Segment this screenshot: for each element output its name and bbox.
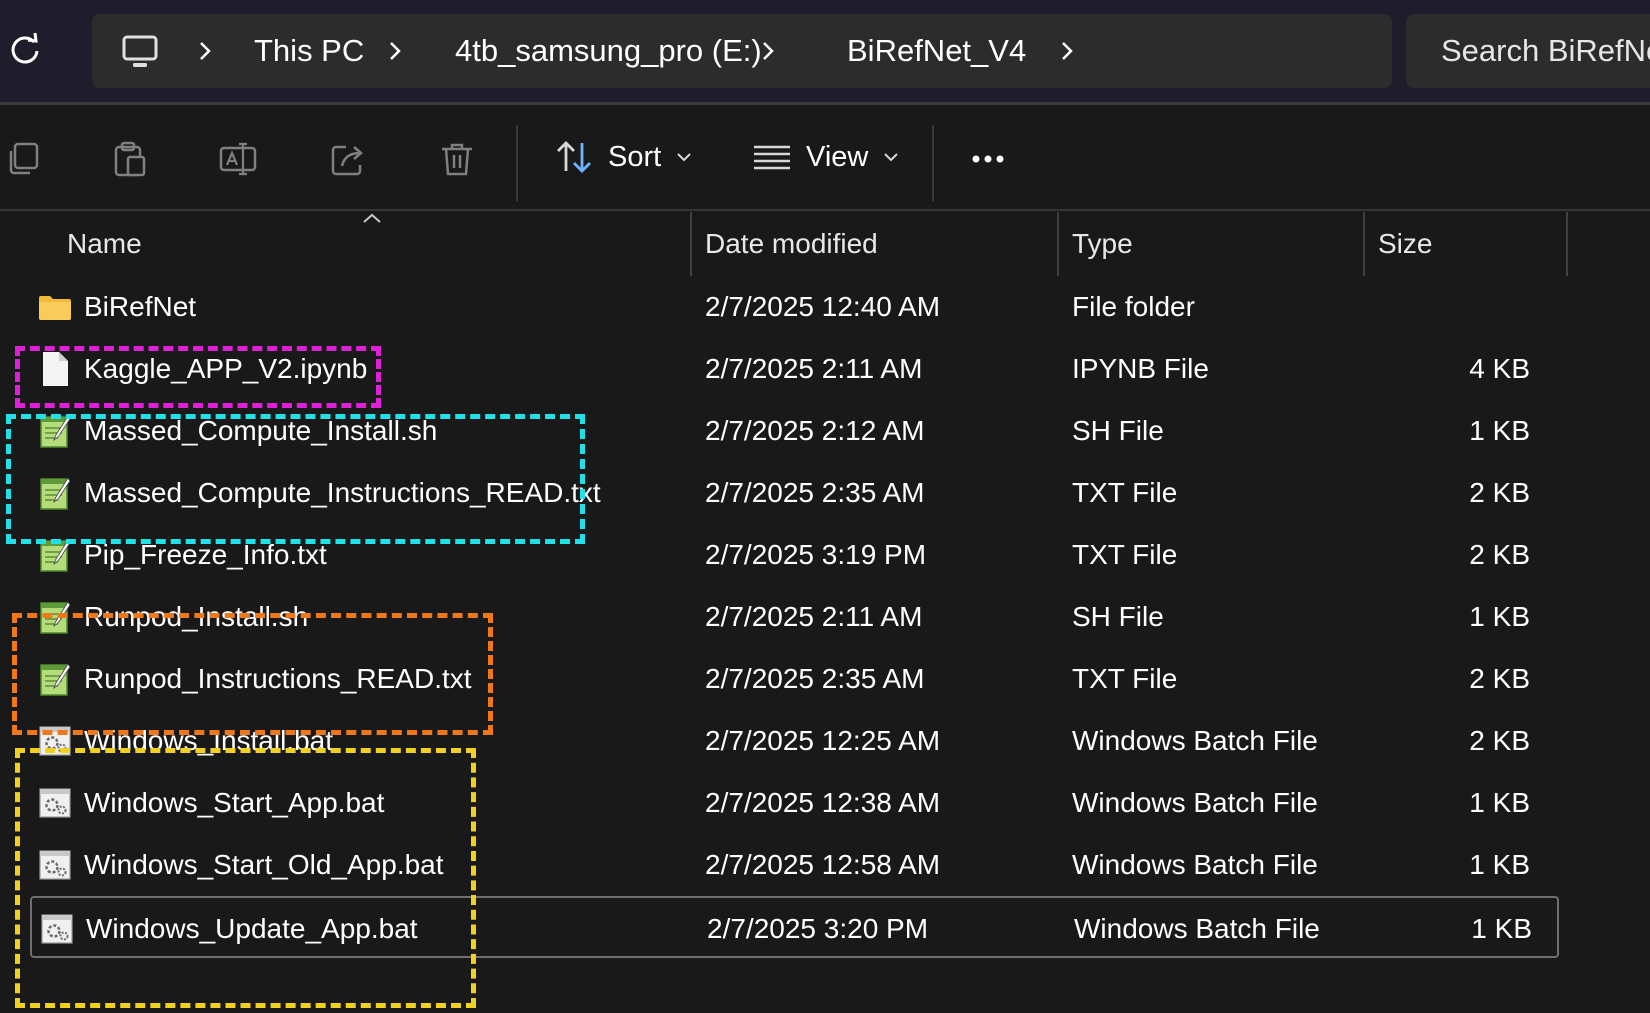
breadcrumb-current-folder[interactable]: BiRefNet_V4 — [847, 14, 1026, 88]
file-type: Windows Batch File — [1074, 913, 1320, 944]
column-header-date[interactable]: Date modified — [692, 212, 1057, 278]
file-size: 2 KB — [1469, 539, 1530, 570]
highlight-box-cyan — [6, 414, 585, 544]
file-size: 1 KB — [1469, 601, 1530, 632]
breadcrumb-drive[interactable]: 4tb_samsung_pro (E:) — [455, 14, 762, 88]
breadcrumb[interactable]: This PC 4tb_samsung_pro (E:) BiRefNet_V4 — [92, 14, 1392, 88]
copy-icon[interactable] — [4, 139, 44, 179]
delete-icon[interactable] — [437, 139, 477, 179]
file-type: TXT File — [1072, 477, 1178, 508]
file-size: 4 KB — [1469, 353, 1530, 384]
file-date-modified: 2/7/2025 3:19 PM — [705, 539, 927, 570]
file-date-modified: 2/7/2025 2:12 AM — [705, 415, 925, 446]
chevron-right-icon[interactable] — [192, 38, 218, 64]
file-name: BiRefNet — [84, 291, 197, 322]
file-size: 2 KB — [1469, 477, 1530, 508]
file-type: Windows Batch File — [1072, 787, 1318, 818]
file-type: File folder — [1072, 291, 1195, 322]
file-size: 1 KB — [1469, 849, 1530, 880]
file-date-modified: 2/7/2025 2:35 AM — [705, 477, 925, 508]
sort-label: Sort — [608, 140, 662, 173]
column-header-date-label: Date modified — [705, 228, 878, 259]
file-size: 1 KB — [1469, 415, 1530, 446]
file-date-modified: 2/7/2025 12:38 AM — [705, 787, 941, 818]
file-date-modified: 2/7/2025 2:35 AM — [705, 663, 925, 694]
chevron-down-icon — [677, 153, 691, 162]
breadcrumb-this-pc[interactable]: This PC — [254, 14, 364, 88]
file-type: IPYNB File — [1072, 353, 1209, 384]
divider — [932, 125, 934, 201]
file-type: Windows Batch File — [1072, 725, 1318, 756]
file-size — [1410, 276, 1530, 338]
file-size: 1 KB — [1471, 913, 1532, 944]
file-type: SH File — [1072, 415, 1164, 446]
folder-icon — [38, 289, 72, 325]
file-date-modified: 2/7/2025 2:11 AM — [705, 601, 923, 632]
chevron-right-icon[interactable] — [382, 38, 408, 64]
file-date-modified: 2/7/2025 2:11 AM — [705, 353, 923, 384]
search-placeholder: Search BiRefNet_V4 — [1441, 33, 1650, 68]
search-input[interactable]: Search BiRefNet_V4 — [1406, 14, 1650, 88]
file-type: TXT File — [1072, 539, 1178, 570]
column-header-size-label: Size — [1378, 228, 1433, 259]
file-size: 2 KB — [1469, 663, 1530, 694]
file-row[interactable]: BiRefNet 2/7/2025 12:40 AM File folder — [30, 276, 1559, 338]
file-date-modified: 2/7/2025 3:20 PM — [707, 913, 929, 944]
file-type: Windows Batch File — [1072, 849, 1318, 880]
this-pc-icon[interactable] — [120, 32, 160, 72]
file-size: 1 KB — [1469, 787, 1530, 818]
paste-icon[interactable] — [110, 139, 150, 179]
view-label: View — [806, 140, 869, 173]
more-icon[interactable] — [968, 139, 1008, 179]
chevron-right-icon[interactable] — [1054, 38, 1080, 64]
command-bar: Sort View — [0, 105, 1650, 209]
file-size: 2 KB — [1469, 725, 1530, 756]
address-bar-region: This PC 4tb_samsung_pro (E:) BiRefNet_V4… — [0, 0, 1650, 104]
view-button[interactable]: View — [752, 125, 900, 189]
column-header-type[interactable]: Type — [1059, 212, 1363, 278]
sort-icon — [557, 141, 591, 173]
column-header-size[interactable]: Size — [1365, 212, 1565, 278]
share-icon[interactable] — [328, 139, 368, 179]
file-date-modified: 2/7/2025 12:25 AM — [705, 725, 941, 756]
column-divider[interactable] — [1566, 212, 1568, 276]
file-date-modified: 2/7/2025 12:40 AM — [705, 291, 941, 322]
column-header-name[interactable]: Name — [0, 212, 690, 278]
highlight-box-orange — [12, 613, 493, 735]
highlight-box-yellow — [15, 748, 476, 1008]
column-header-type-label: Type — [1072, 228, 1133, 259]
file-type: SH File — [1072, 601, 1164, 632]
chevron-right-icon[interactable] — [755, 38, 781, 64]
rename-icon[interactable] — [218, 139, 258, 179]
refresh-icon[interactable] — [6, 30, 44, 68]
file-type: TXT File — [1072, 663, 1178, 694]
divider — [0, 209, 1650, 211]
file-date-modified: 2/7/2025 12:58 AM — [705, 849, 941, 880]
column-header-name-label: Name — [67, 228, 142, 259]
chevron-down-icon — [884, 153, 899, 162]
view-icon — [754, 145, 790, 170]
sort-button[interactable]: Sort — [554, 125, 693, 189]
highlight-box-magenta — [15, 346, 381, 408]
divider — [516, 125, 518, 201]
